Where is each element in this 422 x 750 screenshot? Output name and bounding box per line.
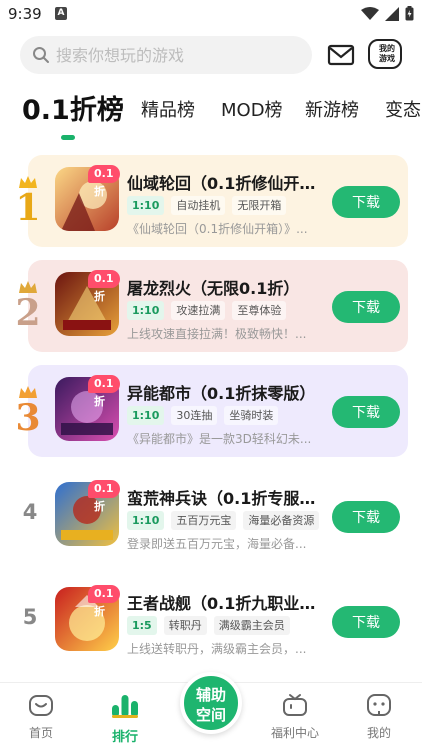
rank-number: 4 bbox=[22, 500, 38, 524]
wifi-icon bbox=[361, 6, 379, 20]
ratio-tag: 1:10 bbox=[127, 196, 165, 215]
download-button[interactable]: 下载 bbox=[332, 291, 400, 323]
game-title[interactable]: 异能都市（0.1折抹零版） bbox=[127, 380, 327, 404]
nav-home-label: 首页 bbox=[28, 726, 53, 740]
discount-badge: 0.1折 bbox=[88, 165, 120, 198]
feature-tag: 30连抽 bbox=[171, 406, 218, 425]
game-title[interactable]: 仙域轮回（0.1折修仙开箱... bbox=[127, 170, 327, 194]
list-item[interactable]: 4 0.1折 蛮荒神兵诀（0.1折专服版... 1:10 五百万元宝 海量必备资… bbox=[0, 470, 422, 562]
download-button[interactable]: 下载 bbox=[332, 186, 400, 218]
status-bar: 9:39 A bbox=[0, 0, 422, 30]
feature-tag: 自动挂机 bbox=[171, 196, 226, 215]
gift-tv-icon bbox=[283, 694, 307, 716]
assist-label-1: 辅助 bbox=[195, 686, 226, 704]
nav-mine-label: 我的 bbox=[366, 726, 391, 740]
status-time: 9:39 bbox=[8, 5, 42, 23]
ratio-tag: 1:10 bbox=[127, 301, 165, 320]
download-button[interactable]: 下载 bbox=[332, 606, 400, 638]
feature-tag: 满级霸主会员 bbox=[213, 616, 290, 635]
profile-icon bbox=[367, 694, 391, 716]
game-description: 《仙域轮回（0.1折修仙开箱）》... bbox=[127, 222, 308, 236]
signal-icon bbox=[385, 6, 399, 21]
nav-home[interactable]: 首页 bbox=[6, 693, 76, 741]
game-title[interactable]: 屠龙烈火（无限0.1折） bbox=[127, 275, 327, 299]
list-item[interactable]: 5 0.1折 王者战舰（0.1折九职业打... 1:5 转职丹 满级霸主会员 上… bbox=[0, 575, 422, 667]
ranking-tabs: 0.1折榜 精品榜 MOD榜 新游榜 变态 bbox=[0, 88, 422, 140]
tab-premium[interactable]: 精品榜 bbox=[141, 96, 195, 122]
game-description: 上线送转职丹，满级霸主会员，... bbox=[127, 642, 307, 656]
feature-tag: 海量必备资源 bbox=[243, 511, 320, 530]
discount-badge: 0.1折 bbox=[88, 270, 120, 303]
feature-tag: 攻速拉满 bbox=[171, 301, 226, 320]
tab-new-games[interactable]: 新游榜 bbox=[305, 96, 359, 122]
ratio-tag: 1:10 bbox=[127, 511, 165, 530]
download-button[interactable]: 下载 bbox=[332, 396, 400, 428]
list-item[interactable]: 3 0.1折 异能都市（0.1折抹零版） 1:10 30连抽 坐骑时装 《异能都… bbox=[0, 365, 422, 457]
search-icon bbox=[33, 47, 49, 63]
bronze-medal-icon: 3 bbox=[10, 385, 46, 441]
feature-tag: 无限开箱 bbox=[232, 196, 287, 215]
battery-icon bbox=[405, 6, 414, 21]
nav-mine[interactable]: 我的 bbox=[344, 693, 414, 741]
nav-welfare-label: 福利中心 bbox=[270, 726, 319, 740]
active-tab-indicator bbox=[61, 135, 75, 140]
tab-mod[interactable]: MOD榜 bbox=[221, 96, 283, 122]
game-title[interactable]: 王者战舰（0.1折九职业打... bbox=[127, 590, 327, 614]
feature-tag: 至尊体验 bbox=[232, 301, 287, 320]
game-description: 登录即送五百万元宝，海量必备... bbox=[127, 537, 307, 551]
feature-tag: 坐骑时装 bbox=[224, 406, 279, 425]
list-item[interactable]: 2 0.1折 屠龙烈火（无限0.1折） 1:10 攻速拉满 至尊体验 上线攻速直… bbox=[0, 260, 422, 352]
ratio-tag: 1:5 bbox=[127, 616, 157, 635]
tab-modded[interactable]: 变态 bbox=[385, 96, 421, 122]
tab-0.1-discount[interactable]: 0.1折榜 bbox=[22, 88, 124, 127]
assist-space-button[interactable]: 辅助 空间 bbox=[180, 672, 242, 734]
game-description: 上线攻速直接拉满！极致畅快！... bbox=[127, 327, 307, 341]
rank-number: 5 bbox=[22, 605, 38, 629]
gold-medal-icon: 1 bbox=[10, 175, 46, 231]
ranking-icon bbox=[112, 695, 138, 718]
nav-rank-label: 排行 bbox=[111, 730, 138, 745]
home-icon bbox=[29, 695, 53, 716]
search-bar[interactable] bbox=[20, 36, 312, 74]
assist-label-2: 空间 bbox=[195, 706, 226, 724]
feature-tag: 五百万元宝 bbox=[171, 511, 237, 530]
search-input[interactable] bbox=[56, 36, 296, 74]
feature-tag: 转职丹 bbox=[163, 616, 207, 635]
nav-rank[interactable]: 排行 bbox=[90, 693, 160, 745]
download-button[interactable]: 下载 bbox=[332, 501, 400, 533]
mail-icon[interactable] bbox=[326, 40, 356, 70]
my-games-label-1: 我的 bbox=[379, 44, 395, 53]
my-games-label-2: 游戏 bbox=[379, 54, 395, 63]
ratio-tag: 1:10 bbox=[127, 406, 165, 425]
discount-badge: 0.1折 bbox=[88, 585, 120, 618]
discount-badge: 0.1折 bbox=[88, 480, 120, 513]
game-title[interactable]: 蛮荒神兵诀（0.1折专服版... bbox=[127, 485, 327, 509]
silver-medal-icon: 2 bbox=[10, 280, 46, 336]
notification-icon: A bbox=[55, 7, 67, 20]
nav-welfare[interactable]: 福利中心 bbox=[260, 693, 330, 741]
list-item[interactable]: 1 0.1折 仙域轮回（0.1折修仙开箱... 1:10 自动挂机 无限开箱 《… bbox=[0, 155, 422, 247]
discount-badge: 0.1折 bbox=[88, 375, 120, 408]
game-description: 《异能都市》是一款3D轻科幻未... bbox=[127, 432, 312, 446]
my-games-button[interactable]: 我的 游戏 bbox=[366, 36, 406, 74]
